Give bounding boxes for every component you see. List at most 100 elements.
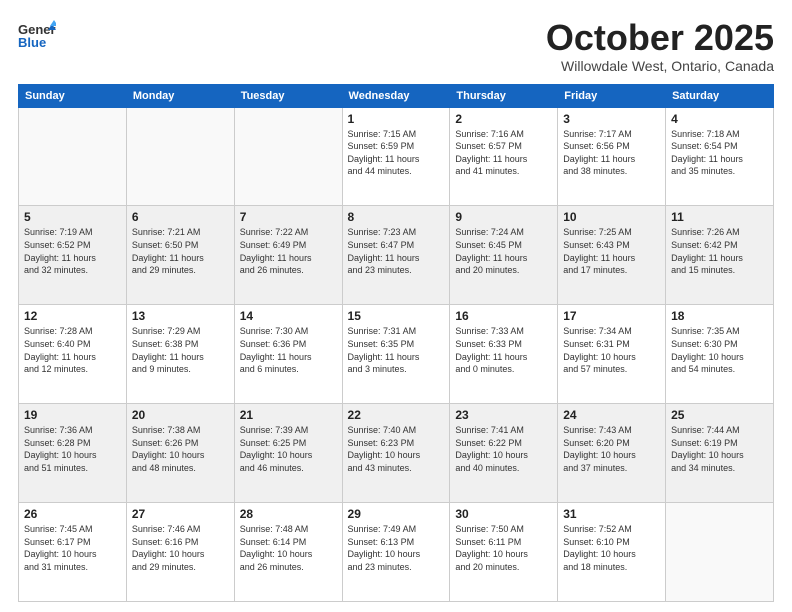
month-title: October 2025 [546,18,774,58]
calendar-cell: 4Sunrise: 7:18 AM Sunset: 6:54 PM Daylig… [666,107,774,206]
day-number: 28 [240,507,337,521]
calendar-cell: 3Sunrise: 7:17 AM Sunset: 6:56 PM Daylig… [558,107,666,206]
calendar-cell: 21 Sunrise: 7:39 AM Sunset: 6:25 PM Dayli… [234,404,342,503]
calendar-cell [666,503,774,602]
calendar-cell [234,107,342,206]
calendar-cell: 7 Sunrise: 7:22 AM Sunset: 6:49 PM Daylig… [234,206,342,305]
header: General Blue October 2025 Willowdale Wes… [18,18,774,74]
day-info: Sunrise: 7:16 AM Sunset: 6:57 PM Dayligh… [455,128,552,178]
day-info: Sunrise: 7:31 AM Sunset: 6:35 PM Dayligh… [348,325,445,375]
day-info: Sunrise: 7:22 AM Sunset: 6:49 PM Dayligh… [240,226,337,276]
calendar-cell: 5 Sunrise: 7:19 AM Sunset: 6:52 PM Daylig… [19,206,127,305]
day-info: Sunrise: 7:15 AM Sunset: 6:59 PM Dayligh… [348,128,445,178]
calendar-week-row: 1 Sunrise: 7:15 AM Sunset: 6:59 PM Daylig… [19,107,774,206]
weekday-header-thursday: Thursday [450,84,558,107]
calendar-cell: 19Sunrise: 7:36 AM Sunset: 6:28 PM Dayli… [19,404,127,503]
day-number: 21 [240,408,337,422]
title-block: October 2025 Willowdale West, Ontario, C… [546,18,774,74]
calendar-cell: 17 Sunrise: 7:34 AM Sunset: 6:31 PM Dayli… [558,305,666,404]
calendar-cell: 11 Sunrise: 7:26 AM Sunset: 6:42 PM Dayli… [666,206,774,305]
day-info: Sunrise: 7:18 AM Sunset: 6:54 PM Dayligh… [671,128,768,178]
weekday-header-saturday: Saturday [666,84,774,107]
day-info: Sunrise: 7:28 AM Sunset: 6:40 PM Dayligh… [24,325,121,375]
day-info: Sunrise: 7:45 AM Sunset: 6:17 PM Dayligh… [24,523,121,573]
calendar-cell: 26 Sunrise: 7:45 AM Sunset: 6:17 PM Dayli… [19,503,127,602]
calendar-cell: 25Sunrise: 7:44 AM Sunset: 6:19 PM Dayli… [666,404,774,503]
calendar-cell: 9Sunrise: 7:24 AM Sunset: 6:45 PM Daylig… [450,206,558,305]
day-info: Sunrise: 7:43 AM Sunset: 6:20 PM Dayligh… [563,424,660,474]
weekday-header-sunday: Sunday [19,84,127,107]
day-number: 8 [348,210,445,224]
day-info: Sunrise: 7:23 AM Sunset: 6:47 PM Dayligh… [348,226,445,276]
day-number: 1 [348,112,445,126]
day-number: 23 [455,408,552,422]
day-info: Sunrise: 7:38 AM Sunset: 6:26 PM Dayligh… [132,424,229,474]
day-number: 20 [132,408,229,422]
day-number: 14 [240,309,337,323]
day-info: Sunrise: 7:19 AM Sunset: 6:52 PM Dayligh… [24,226,121,276]
day-info: Sunrise: 7:30 AM Sunset: 6:36 PM Dayligh… [240,325,337,375]
calendar-cell: 6Sunrise: 7:21 AM Sunset: 6:50 PM Daylig… [126,206,234,305]
calendar-cell [126,107,234,206]
calendar-week-row: 19Sunrise: 7:36 AM Sunset: 6:28 PM Dayli… [19,404,774,503]
calendar-cell: 20 Sunrise: 7:38 AM Sunset: 6:26 PM Dayli… [126,404,234,503]
day-number: 6 [132,210,229,224]
day-info: Sunrise: 7:44 AM Sunset: 6:19 PM Dayligh… [671,424,768,474]
weekday-header-friday: Friday [558,84,666,107]
calendar-cell: 31 Sunrise: 7:52 AM Sunset: 6:10 PM Dayli… [558,503,666,602]
weekday-header-tuesday: Tuesday [234,84,342,107]
day-info: Sunrise: 7:49 AM Sunset: 6:13 PM Dayligh… [348,523,445,573]
day-info: Sunrise: 7:36 AM Sunset: 6:28 PM Dayligh… [24,424,121,474]
page: General Blue October 2025 Willowdale Wes… [0,0,792,612]
calendar-cell: 15 Sunrise: 7:31 AM Sunset: 6:35 PM Dayli… [342,305,450,404]
day-info: Sunrise: 7:35 AM Sunset: 6:30 PM Dayligh… [671,325,768,375]
calendar-cell: 16Sunrise: 7:33 AM Sunset: 6:33 PM Dayli… [450,305,558,404]
day-number: 5 [24,210,121,224]
day-info: Sunrise: 7:26 AM Sunset: 6:42 PM Dayligh… [671,226,768,276]
day-number: 30 [455,507,552,521]
day-number: 27 [132,507,229,521]
calendar-cell: 2 Sunrise: 7:16 AM Sunset: 6:57 PM Daylig… [450,107,558,206]
day-number: 11 [671,210,768,224]
day-info: Sunrise: 7:24 AM Sunset: 6:45 PM Dayligh… [455,226,552,276]
day-info: Sunrise: 7:52 AM Sunset: 6:10 PM Dayligh… [563,523,660,573]
calendar-cell: 8 Sunrise: 7:23 AM Sunset: 6:47 PM Daylig… [342,206,450,305]
calendar-cell: 18 Sunrise: 7:35 AM Sunset: 6:30 PM Dayli… [666,305,774,404]
calendar-week-row: 5 Sunrise: 7:19 AM Sunset: 6:52 PM Daylig… [19,206,774,305]
day-info: Sunrise: 7:40 AM Sunset: 6:23 PM Dayligh… [348,424,445,474]
calendar-cell: 13 Sunrise: 7:29 AM Sunset: 6:38 PM Dayli… [126,305,234,404]
weekday-header-monday: Monday [126,84,234,107]
day-number: 31 [563,507,660,521]
day-info: Sunrise: 7:50 AM Sunset: 6:11 PM Dayligh… [455,523,552,573]
day-info: Sunrise: 7:39 AM Sunset: 6:25 PM Dayligh… [240,424,337,474]
day-number: 10 [563,210,660,224]
calendar-cell [19,107,127,206]
day-info: Sunrise: 7:48 AM Sunset: 6:14 PM Dayligh… [240,523,337,573]
day-info: Sunrise: 7:34 AM Sunset: 6:31 PM Dayligh… [563,325,660,375]
day-number: 24 [563,408,660,422]
calendar-cell: 24 Sunrise: 7:43 AM Sunset: 6:20 PM Dayli… [558,404,666,503]
day-number: 22 [348,408,445,422]
day-info: Sunrise: 7:29 AM Sunset: 6:38 PM Dayligh… [132,325,229,375]
calendar-cell: 23 Sunrise: 7:41 AM Sunset: 6:22 PM Dayli… [450,404,558,503]
day-number: 7 [240,210,337,224]
day-number: 18 [671,309,768,323]
calendar-cell: 22 Sunrise: 7:40 AM Sunset: 6:23 PM Dayli… [342,404,450,503]
logo-icon: General Blue [18,18,56,50]
calendar-cell: 28 Sunrise: 7:48 AM Sunset: 6:14 PM Dayli… [234,503,342,602]
day-info: Sunrise: 7:41 AM Sunset: 6:22 PM Dayligh… [455,424,552,474]
weekday-header-row: SundayMondayTuesdayWednesdayThursdayFrid… [19,84,774,107]
calendar-table: SundayMondayTuesdayWednesdayThursdayFrid… [18,84,774,602]
day-number: 15 [348,309,445,323]
day-number: 16 [455,309,552,323]
calendar-cell: 10 Sunrise: 7:25 AM Sunset: 6:43 PM Dayli… [558,206,666,305]
day-number: 2 [455,112,552,126]
day-number: 26 [24,507,121,521]
day-number: 17 [563,309,660,323]
day-info: Sunrise: 7:46 AM Sunset: 6:16 PM Dayligh… [132,523,229,573]
day-info: Sunrise: 7:17 AM Sunset: 6:56 PM Dayligh… [563,128,660,178]
calendar-cell: 14 Sunrise: 7:30 AM Sunset: 6:36 PM Dayli… [234,305,342,404]
day-info: Sunrise: 7:25 AM Sunset: 6:43 PM Dayligh… [563,226,660,276]
day-number: 13 [132,309,229,323]
calendar-cell: 1 Sunrise: 7:15 AM Sunset: 6:59 PM Daylig… [342,107,450,206]
